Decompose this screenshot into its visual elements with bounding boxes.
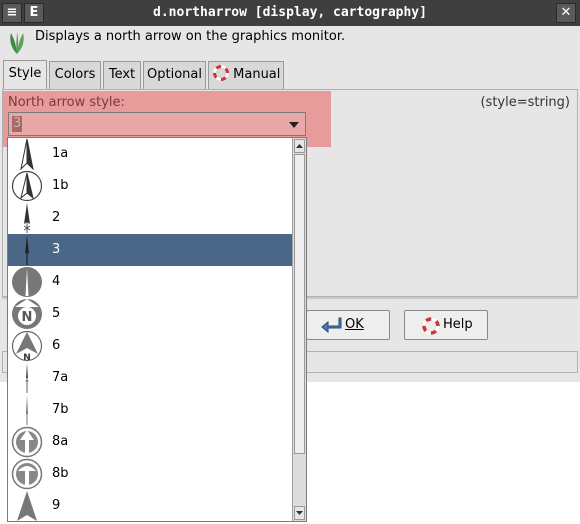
titlebar: d.northarrow [display, cartography] ≡ E … [0, 0, 580, 26]
list-item[interactable]: N 5 [8, 298, 292, 330]
combobox-dropdown-button[interactable] [283, 113, 305, 135]
tab-text[interactable]: Text [103, 61, 141, 89]
description-row: Displays a north arrow on the graphics m… [0, 26, 580, 60]
grass-logo-icon [10, 32, 24, 54]
lifebuoy-icon [213, 65, 229, 81]
scroll-up-button[interactable] [294, 139, 305, 153]
tab-style[interactable]: Style [3, 60, 47, 91]
help-button-label: Help [443, 317, 473, 332]
close-button[interactable]: ✕ [556, 3, 576, 23]
tab-text-label: Text [108, 67, 136, 82]
arrow-1b-icon [11, 170, 43, 202]
dropdown-scrollbar[interactable] [292, 138, 306, 521]
option-label: 1b [52, 178, 69, 193]
tab-colors-label: Colors [54, 67, 96, 82]
arrow-8a-icon [11, 426, 43, 458]
option-label: 4 [52, 274, 61, 289]
option-label: 8b [52, 466, 69, 481]
arrow-8b-icon [11, 458, 43, 490]
list-item[interactable]: 7a [8, 362, 292, 394]
option-label: 2 [52, 210, 61, 225]
list-item[interactable]: 1a [8, 138, 292, 170]
svg-text:N: N [22, 310, 33, 325]
option-label: 5 [52, 306, 61, 321]
option-label: 8a [52, 434, 69, 449]
list-item[interactable]: 7b [8, 394, 292, 426]
window-menu-button[interactable]: ≡ [2, 3, 22, 23]
option-label: 7b [52, 402, 69, 417]
arrow-5-icon: N [12, 299, 42, 329]
north-arrow-style-label: North arrow style: [8, 95, 125, 110]
ok-button[interactable]: OK [306, 310, 390, 340]
scrollbar-thumb[interactable] [294, 154, 305, 454]
option-label: 7a [52, 370, 69, 385]
scroll-down-button[interactable] [294, 506, 305, 520]
option-label: 9 [52, 498, 61, 513]
arrow-1a-icon [20, 138, 34, 170]
ok-button-label: OK [345, 317, 364, 332]
list-item[interactable]: 8b [8, 458, 292, 490]
module-description: Displays a north arrow on the graphics m… [35, 29, 346, 44]
arrow-3-icon [25, 235, 29, 265]
option-label: 3 [52, 242, 61, 257]
style-type-hint: (style=string) [480, 95, 570, 110]
list-item[interactable]: N 6 [8, 330, 292, 362]
list-item[interactable]: 8a [8, 426, 292, 458]
chevron-down-icon [296, 511, 303, 515]
style-dropdown-list[interactable]: 1a 1b 2 3 4 N 5 N 6 7a 7b 8a 8b 9 [7, 137, 307, 522]
window-title: d.northarrow [display, cartography] [153, 5, 427, 20]
e-button[interactable]: E [24, 3, 44, 23]
return-arrow-icon [321, 317, 342, 334]
help-button[interactable]: Help [404, 310, 488, 340]
tab-style-label: Style [8, 66, 42, 81]
svg-text:N: N [23, 353, 31, 362]
arrow-7b-icon [26, 395, 28, 425]
arrow-9-icon [17, 491, 37, 521]
arrow-7a-icon [25, 363, 29, 393]
arrow-4-icon [12, 267, 42, 297]
north-arrow-style-combobox[interactable]: 3 [8, 112, 306, 136]
tab-manual-label: Manual [233, 67, 281, 82]
list-item-selected[interactable]: 3 [8, 234, 292, 266]
list-item[interactable]: 1b [8, 170, 292, 202]
tab-optional-label: Optional [147, 67, 202, 82]
arrow-2-icon [23, 203, 31, 233]
list-item[interactable]: 9 [8, 490, 292, 522]
tab-colors[interactable]: Colors [49, 61, 101, 89]
list-item[interactable]: 4 [8, 266, 292, 298]
tab-bar: Style Colors Text Optional Manual [0, 60, 580, 91]
tab-optional[interactable]: Optional [143, 61, 206, 89]
option-label: 1a [52, 146, 69, 161]
list-item[interactable]: 2 [8, 202, 292, 234]
combobox-value: 3 [12, 116, 23, 132]
tab-manual[interactable]: Manual [208, 61, 284, 89]
arrow-6-icon: N [11, 330, 43, 362]
chevron-up-icon [296, 144, 303, 148]
option-label: 6 [52, 338, 61, 353]
chevron-down-icon [289, 122, 299, 128]
help-lifebuoy-icon [422, 317, 440, 335]
